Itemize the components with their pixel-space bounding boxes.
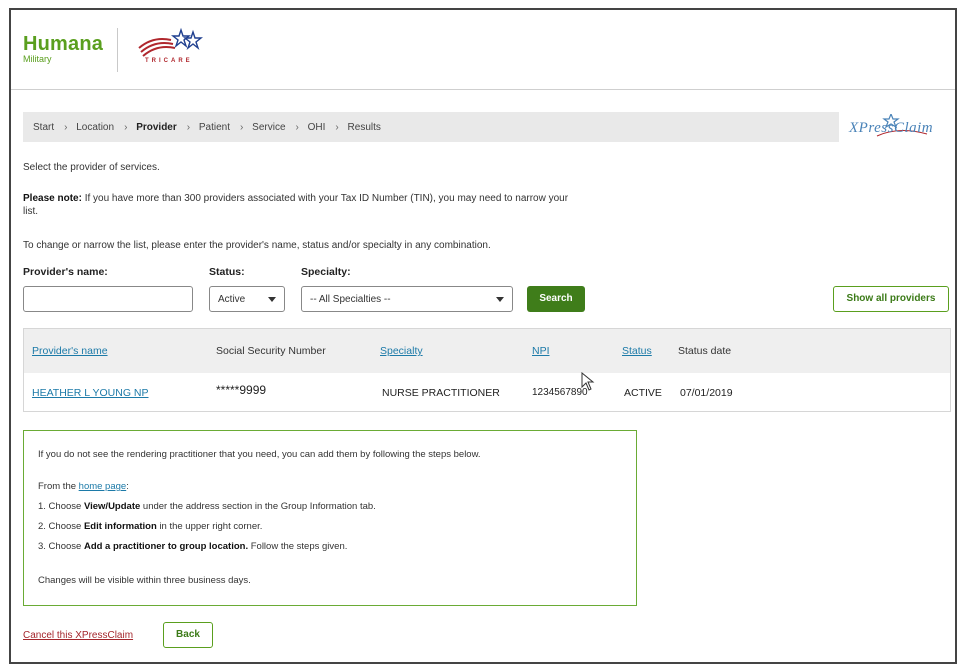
info-step-1: 1. Choose View/Update under the address …	[38, 501, 376, 512]
note-label: Please note:	[23, 193, 82, 204]
provider-name-link[interactable]: HEATHER L YOUNG NP	[32, 387, 149, 399]
specialty-select[interactable]: -- All Specialties --	[301, 286, 513, 312]
cancel-xpressclaim-link[interactable]: Cancel this XPressClaim	[23, 630, 133, 641]
breadcrumb-item-service: Service	[252, 122, 286, 133]
add-practitioner-info-box: If you do not see the rendering practiti…	[23, 430, 637, 606]
info-from-suffix: :	[126, 481, 129, 492]
breadcrumb-item-results: Results	[347, 122, 381, 133]
back-button[interactable]: Back	[163, 622, 213, 648]
breadcrumb-item-patient: Patient	[198, 122, 231, 133]
breadcrumb-separator: ›	[240, 122, 244, 133]
specialty-label: Specialty:	[301, 266, 351, 278]
tricare-logo: TRICARE	[131, 26, 211, 70]
mouse-cursor-icon	[581, 372, 595, 391]
col-header-ssn: Social Security Number	[216, 345, 326, 357]
narrow-text: To change or narrow the list, please ent…	[23, 240, 491, 251]
provider-ssn: *****9999	[216, 383, 267, 397]
xpressclaim-text: XPressClaim	[849, 120, 934, 136]
search-button[interactable]: Search	[527, 286, 585, 312]
provider-status: ACTIVE	[624, 387, 662, 399]
tricare-flag-icon	[138, 27, 203, 57]
select-provider-text: Select the provider of services.	[23, 162, 160, 173]
provider-npi: 1234567890	[532, 387, 588, 398]
provider-specialty: NURSE PRACTITIONER	[382, 387, 500, 399]
info-from-prefix: From the	[38, 481, 79, 492]
step3-prefix: 3. Choose	[38, 541, 84, 552]
col-header-status[interactable]: Status	[622, 345, 652, 357]
chevron-down-icon	[268, 297, 276, 302]
breadcrumb-item-start: Start	[33, 122, 55, 133]
step2-bold: Edit information	[83, 521, 157, 532]
note-body-line2: list.	[23, 206, 38, 217]
step2-suffix: in the upper right corner.	[156, 521, 263, 532]
info-footer: Changes will be visible within three bus…	[38, 575, 251, 586]
breadcrumb-separator: ›	[124, 122, 128, 133]
breadcrumb-item-ohi: OHI	[307, 122, 326, 133]
table-header: Provider's name Social Security Number S…	[24, 329, 950, 373]
provider-status-date: 07/01/2019	[680, 387, 733, 399]
humana-logo[interactable]: Humana Military	[23, 34, 103, 64]
step1-prefix: 1. Choose	[38, 501, 84, 512]
info-from-home: From the home page:	[38, 481, 129, 492]
info-step-2: 2. Choose Edit information in the upper …	[38, 521, 262, 532]
breadcrumb-item-provider: Provider	[136, 122, 177, 133]
provider-name-label: Provider's name:	[23, 266, 108, 278]
info-intro: If you do not see the rendering practiti…	[38, 449, 481, 460]
step2-prefix: 2. Choose	[38, 521, 84, 532]
site-header: Humana Military TRICARE	[11, 10, 955, 90]
step1-bold: View/Update	[83, 501, 141, 512]
logo-divider	[117, 28, 118, 72]
status-label: Status:	[209, 266, 245, 278]
breadcrumb-separator: ›	[64, 122, 68, 133]
chevron-down-icon	[496, 297, 504, 302]
xpressclaim-logo: XPressClaim	[847, 114, 951, 142]
breadcrumb-separator: ›	[335, 122, 339, 133]
col-header-specialty[interactable]: Specialty	[380, 345, 423, 357]
browser-frame: Humana Military TRICARE Start › Location ›…	[9, 8, 957, 664]
tricare-text: TRICARE	[145, 58, 193, 64]
breadcrumb-separator: ›	[295, 122, 299, 133]
brand-sub: Military	[23, 54, 52, 64]
step1-suffix: under the address section in the Group I…	[140, 501, 376, 512]
brand-name: Humana	[23, 33, 104, 55]
col-header-npi[interactable]: NPI	[532, 345, 550, 357]
provider-name-input[interactable]	[23, 286, 193, 312]
home-page-link[interactable]: home page	[79, 481, 127, 492]
step3-suffix: Follow the steps given.	[248, 541, 348, 552]
note-body-line1: If you have more than 300 providers asso…	[81, 193, 569, 204]
note-text: Please note: If you have more than 300 p…	[23, 192, 623, 218]
providers-table: Provider's name Social Security Number S…	[23, 328, 951, 412]
breadcrumb-item-location: Location	[76, 122, 115, 133]
specialty-select-value: -- All Specialties --	[310, 294, 391, 305]
col-header-status-date: Status date	[678, 345, 732, 357]
info-step-3: 3. Choose Add a practitioner to group lo…	[38, 541, 347, 552]
step3-bold: Add a practitioner to group location.	[83, 541, 249, 552]
show-all-providers-button[interactable]: Show all providers	[833, 286, 949, 312]
status-select-value: Active	[218, 294, 246, 305]
col-header-name[interactable]: Provider's name	[32, 345, 108, 357]
breadcrumb-separator: ›	[186, 122, 191, 133]
status-select[interactable]: Active	[209, 286, 285, 312]
breadcrumb: Start › Location › Provider › Patient › Serv…	[23, 112, 839, 142]
